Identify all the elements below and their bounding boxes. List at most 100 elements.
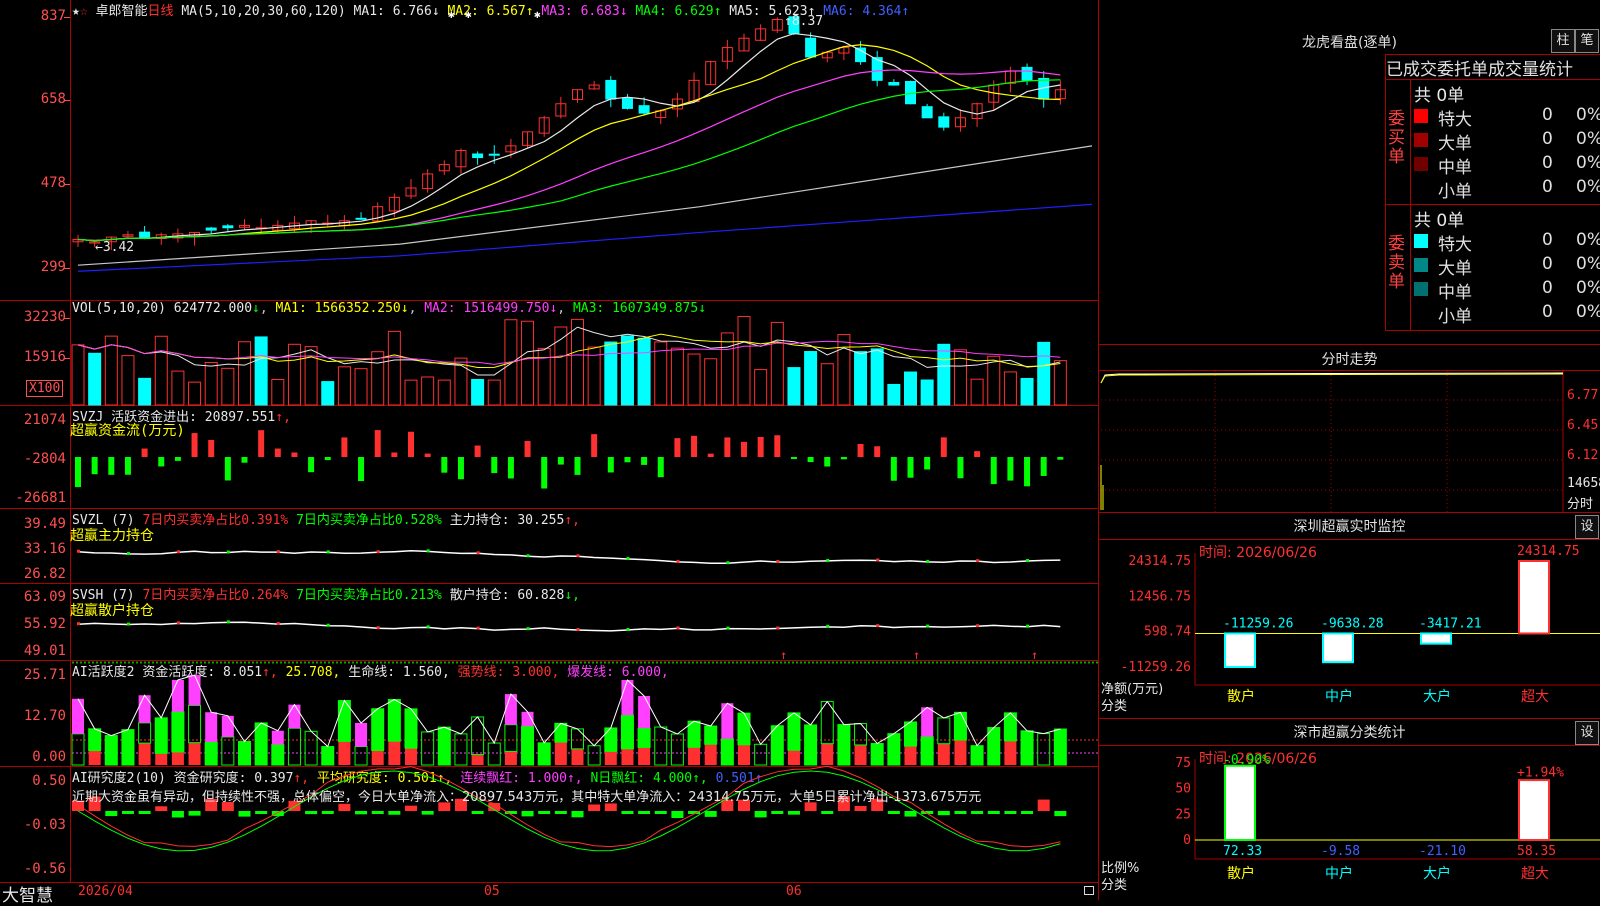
tab-volume-stats[interactable]: 成交量统计 bbox=[1488, 60, 1573, 80]
volume-bar bbox=[970, 378, 984, 406]
volume-bar bbox=[354, 368, 368, 406]
holding-dot bbox=[926, 624, 930, 628]
flow-bar bbox=[890, 457, 897, 481]
order-percent: 0% bbox=[1576, 177, 1600, 197]
activity-bar bbox=[471, 754, 484, 765]
intraday-chart[interactable] bbox=[1099, 345, 1600, 513]
activity-bar bbox=[338, 741, 351, 765]
tab-filled[interactable]: 已成交 bbox=[1386, 60, 1437, 80]
order-count: 0 bbox=[1542, 105, 1553, 125]
y-tick-label: 12456.75 bbox=[1128, 589, 1191, 604]
research-bar bbox=[1004, 811, 1017, 814]
holding-dot bbox=[576, 554, 580, 558]
volume-bar bbox=[920, 379, 934, 406]
activity-bar bbox=[704, 744, 717, 765]
change-label: +1.94% bbox=[1517, 765, 1564, 780]
fund-flow-chart[interactable] bbox=[0, 406, 1098, 509]
intraday-y-label: 6.77 bbox=[1567, 388, 1599, 403]
activity-bar bbox=[354, 746, 368, 766]
color-swatch bbox=[1414, 133, 1428, 147]
volume-bar bbox=[604, 341, 618, 406]
volume-bar bbox=[820, 363, 834, 406]
activity-bar bbox=[371, 708, 385, 752]
holding-dot bbox=[376, 626, 380, 630]
flow-bar bbox=[1007, 457, 1014, 481]
class-ratio-chart: 75 50 25 0 72.33 散户 -9.58 中户 -21.10 大户 58.35 超大 -0.9… bbox=[1175, 753, 1600, 882]
ai-active-pane[interactable]: 25.71 12.70 0.00 AI活跃度2 资金活跃度: 8.051↑, 2… bbox=[0, 648, 1098, 767]
activity-bar bbox=[1004, 740, 1017, 765]
volume-bar bbox=[487, 379, 501, 406]
candlestick-chart[interactable]: ✱ ✱ ✱ bbox=[0, 0, 1098, 301]
activity-bar bbox=[171, 751, 184, 765]
volume-chart[interactable] bbox=[0, 301, 1098, 406]
volume-bar bbox=[1003, 371, 1017, 406]
activity-chart[interactable]: ↑ ↑ ↑ bbox=[0, 648, 1098, 767]
activity-bar bbox=[821, 743, 834, 765]
tick-toggle-button[interactable]: 笔 bbox=[1575, 29, 1599, 53]
research-chart[interactable] bbox=[0, 765, 1098, 882]
marker-glyph: ✱ bbox=[465, 8, 472, 21]
ratio-bar bbox=[1224, 764, 1256, 841]
svzj-pane[interactable]: 21074 -2804 -26681 SVZJ 活跃资金进出: 20897.55… bbox=[0, 406, 1098, 509]
retail-holding-chart[interactable] bbox=[0, 584, 1098, 661]
main-holding-chart[interactable] bbox=[0, 509, 1098, 584]
volume-bar bbox=[537, 347, 551, 406]
research-bar bbox=[854, 805, 867, 811]
volume-pane[interactable]: 32230 15916 X100 VOL(5,10,20) 624772.000… bbox=[0, 301, 1098, 406]
activity-bar bbox=[737, 712, 751, 746]
color-swatch bbox=[1414, 234, 1428, 248]
volume-bar bbox=[188, 381, 202, 406]
net-amount-bar bbox=[1420, 632, 1452, 645]
activity-bar bbox=[521, 725, 535, 766]
candle-body bbox=[938, 116, 950, 128]
tab-orders[interactable]: 委托单 bbox=[1437, 60, 1488, 80]
intraday-panel[interactable]: 分时走势 6.77 6.45 6.12 14658 分时 bbox=[1098, 345, 1600, 513]
order-count: 0 bbox=[1542, 177, 1553, 197]
activity-bar bbox=[171, 679, 184, 712]
candle-body bbox=[888, 82, 900, 86]
activity-bar bbox=[870, 743, 884, 766]
activity-bar bbox=[1037, 733, 1051, 766]
price-pane[interactable]: 837 658 478 299 ★☆ 卓郎智能日线 MA(5,10,20,30,… bbox=[0, 0, 1098, 301]
holding-dot bbox=[576, 628, 580, 632]
flow-bar bbox=[224, 457, 231, 481]
research-bar bbox=[638, 811, 651, 814]
order-size-label: 特大 bbox=[1438, 235, 1472, 255]
holding-dot bbox=[526, 627, 530, 631]
activity-bar bbox=[621, 680, 634, 716]
holding-dot bbox=[226, 550, 230, 554]
research-bar bbox=[937, 811, 950, 816]
lock-icon[interactable] bbox=[1084, 886, 1094, 895]
ai-comment: 近期大资金虽有异动，但持续性不强，总体偏空，今日大单净流入：20897.543万… bbox=[72, 790, 982, 805]
activity-bar bbox=[88, 728, 102, 752]
flow-bar bbox=[541, 457, 548, 489]
flow-bar bbox=[191, 433, 198, 457]
research-bar bbox=[671, 811, 684, 819]
activity-bar bbox=[704, 725, 718, 745]
flow-bar bbox=[824, 457, 831, 467]
activity-bar bbox=[770, 725, 784, 766]
activity-bar bbox=[254, 722, 268, 766]
ai-research-pane[interactable]: 0.50 -0.03 -0.56 AI研究度2(10) 资金研究度: 0.397… bbox=[0, 765, 1098, 882]
activity-bar bbox=[355, 722, 368, 747]
svzl-pane[interactable]: 39.49 33.16 26.82 SVZL (7) 7日内买卖净占比0.391… bbox=[0, 509, 1098, 584]
holding-dot bbox=[326, 623, 330, 627]
bar-toggle-button[interactable]: 柱 bbox=[1551, 29, 1575, 53]
flow-bar bbox=[1057, 457, 1064, 460]
activity-bar bbox=[720, 738, 734, 766]
ma6-line bbox=[77, 203, 1093, 272]
order-percent: 0% bbox=[1576, 105, 1600, 125]
research-bar bbox=[421, 811, 434, 815]
bar-value-label: 72.33 bbox=[1223, 844, 1262, 859]
research-bar bbox=[987, 811, 1000, 814]
intraday-vol-label: 14658 bbox=[1567, 476, 1600, 491]
activity-bar bbox=[138, 743, 151, 765]
svsh-pane[interactable]: 63.09 55.92 49.01 SVSH (7) 7日内买卖净占比0.264… bbox=[0, 584, 1098, 661]
research-bar bbox=[887, 811, 900, 814]
sell-orders-block: 委卖单 共 0单 特大 0 0% 大单 0 0% 中单 0 0% 小单 0 0% bbox=[1385, 204, 1600, 331]
ratio-bar bbox=[1518, 779, 1550, 841]
bar-value-label: -9.58 bbox=[1321, 844, 1360, 859]
activity-bar bbox=[621, 748, 634, 765]
flow-bar bbox=[474, 445, 481, 457]
activity-bar bbox=[121, 729, 135, 766]
